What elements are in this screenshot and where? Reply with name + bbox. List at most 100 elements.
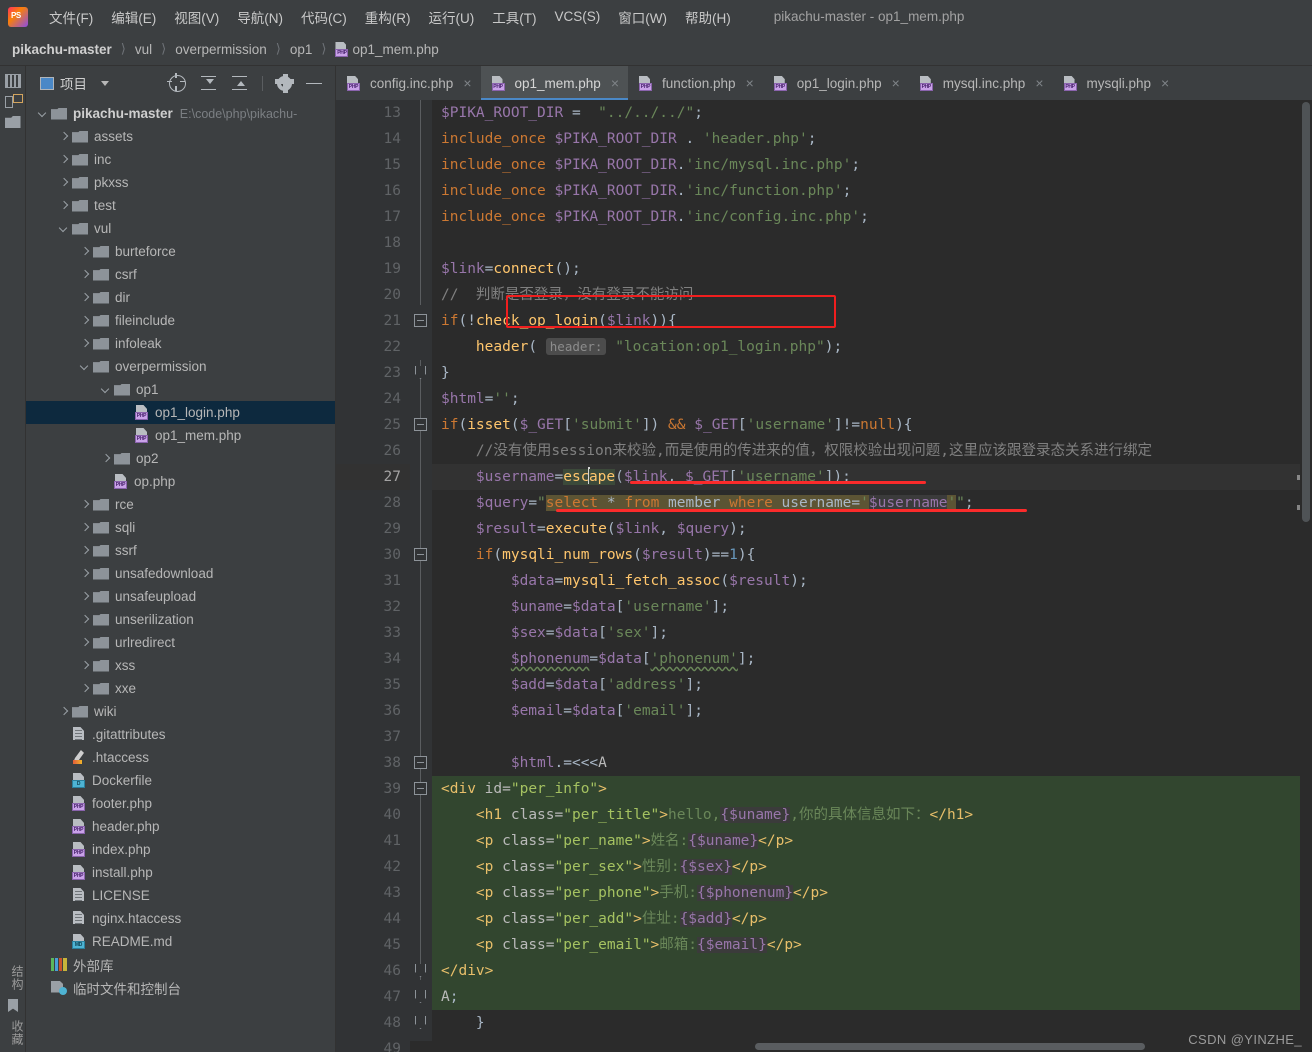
tree-folder-unsafedownload[interactable]: unsafedownload [26,562,335,585]
line-number[interactable]: 30 [336,542,410,568]
tree-folder-inc[interactable]: inc [26,148,335,171]
line-number[interactable]: 44 [336,906,410,932]
line-number[interactable]: 16 [336,178,410,204]
close-icon[interactable]: × [892,75,900,91]
fold-marker-end[interactable] [415,366,426,379]
code-line[interactable]: if(isset($_GET['submit']) && $_GET['user… [441,412,1312,438]
code-line[interactable]: include_once $PIKA_ROOT_DIR.'inc/mysql.i… [441,152,1312,178]
tree-folder-infoleak[interactable]: infoleak [26,332,335,355]
tree-folder-pkxss[interactable]: pkxss [26,171,335,194]
tree-folder-fileinclude[interactable]: fileinclude [26,309,335,332]
editor-tab-op1_login-php[interactable]: PHP op1_login.php × [763,66,909,100]
menu-tools[interactable]: 工具(T) [483,4,545,30]
chevron-right-icon[interactable] [57,199,70,212]
chevron-down-icon[interactable] [99,383,112,396]
chevron-right-icon[interactable] [78,590,91,603]
chevron-right-icon[interactable] [78,268,91,281]
chevron-down-icon[interactable] [57,222,70,235]
tree-folder-vul[interactable]: vul [26,217,335,240]
menu-navigate[interactable]: 导航(N) [228,4,292,30]
breadcrumb-item-file[interactable]: op1_mem.php [352,42,438,57]
line-number-gutter[interactable]: 13 14 15 16 17 18 19 20 21 22 23 24 25 26 27 28 29 30 31 32… [336,100,410,1052]
tree-folder-unserilization[interactable]: unserilization [26,608,335,631]
tree-file-nginx.htaccess[interactable]: nginx.htaccess [26,907,335,930]
menu-help[interactable]: 帮助(H) [676,4,740,30]
tree-folder-csrf[interactable]: csrf [26,263,335,286]
bars-icon[interactable] [4,74,21,88]
line-number[interactable]: 15 [336,152,410,178]
fold-marker-collapse[interactable] [414,756,427,769]
code-line[interactable]: <p class="per_sex">性别:{$sex}</p> [441,854,1312,880]
code-line[interactable]: <p class="per_email">邮箱:{$email}</p> [441,932,1312,958]
chevron-down-icon[interactable] [36,107,49,120]
chevron-right-icon[interactable] [78,636,91,649]
code-line[interactable]: $html.=<<<A [441,750,1312,776]
line-number[interactable]: 43 [336,880,410,906]
scrollbar-thumb[interactable] [1302,102,1310,522]
tree-folder-xxe[interactable]: xxe [26,677,335,700]
settings-gear-icon[interactable] [275,73,294,93]
menu-code[interactable]: 代码(C) [292,4,356,30]
line-number[interactable]: 39 [336,776,410,802]
close-icon[interactable]: × [746,75,754,91]
hide-panel-icon[interactable] [306,75,323,92]
line-number[interactable]: 23 [336,360,410,386]
tree-folder-ssrf[interactable]: ssrf [26,539,335,562]
collapse-all-icon[interactable] [200,75,217,92]
close-icon[interactable]: × [1035,75,1043,91]
tree-folder-burteforce[interactable]: burteforce [26,240,335,263]
strip-label-favorites[interactable]: 收藏 [0,1020,26,1046]
tree-folder-op2[interactable]: op2 [26,447,335,470]
close-icon[interactable]: × [611,75,619,91]
chevron-right-icon[interactable] [78,291,91,304]
folder-icon[interactable] [4,116,21,128]
line-number[interactable]: 21 [336,308,410,334]
chevron-right-icon[interactable] [57,705,70,718]
tree-folder-test[interactable]: test [26,194,335,217]
code-line[interactable]: $username=escape($link, $_GET['username'… [441,464,1312,490]
chevron-right-icon[interactable] [78,521,91,534]
code-line[interactable]: <h1 class="per_title">hello,{$uname},你的具… [441,802,1312,828]
line-number[interactable]: 46 [336,958,410,984]
line-number[interactable]: 24 [336,386,410,412]
code-line[interactable]: } [441,1010,1312,1036]
tree-file-临时文件和控制台[interactable]: 临时文件和控制台 [26,976,335,999]
chevron-down-icon[interactable] [101,80,109,86]
tree-file-index.php[interactable]: PHP index.php [26,838,335,861]
tree-folder-wiki[interactable]: wiki [26,700,335,723]
chevron-right-icon[interactable] [78,567,91,580]
editor-vertical-scrollbar[interactable] [1300,100,1312,1052]
tree-file-op.php[interactable]: PHP op.php [26,470,335,493]
code-line[interactable] [441,230,1312,256]
code-line[interactable]: if(!check_op_login($link)){ [441,308,1312,334]
tree-file-op1_mem.php[interactable]: PHP op1_mem.php [26,424,335,447]
close-icon[interactable]: × [1161,75,1169,91]
code-line[interactable]: if(mysqli_num_rows($result)==1){ [441,542,1312,568]
code-line[interactable]: $email=$data['email']; [441,698,1312,724]
tree-folder-op1[interactable]: op1 [26,378,335,401]
tree-file-op1_login.php[interactable]: PHP op1_login.php [26,401,335,424]
line-number[interactable]: 22 [336,334,410,360]
chevron-right-icon[interactable] [57,130,70,143]
code-line[interactable] [441,724,1312,750]
line-number[interactable]: 20 [336,282,410,308]
chevron-down-icon[interactable] [78,360,91,373]
menu-window[interactable]: 窗口(W) [609,4,676,30]
line-number[interactable]: 13 [336,100,410,126]
menu-file[interactable]: 文件(F) [40,4,102,30]
chevron-right-icon[interactable] [78,245,91,258]
code-viewport[interactable]: $PIKA_ROOT_DIR = "../../../"; include_onc… [432,100,1312,1052]
menu-refactor[interactable]: 重构(R) [356,4,420,30]
tree-file-footer.php[interactable]: PHP footer.php [26,792,335,815]
line-number[interactable]: 49 [336,1036,410,1052]
editor-horizontal-scrollbar[interactable] [410,1041,1300,1052]
line-number[interactable]: 33 [336,620,410,646]
editor-tab-bar[interactable]: PHP config.inc.php × PHP op1_mem.php × PHP func… [336,66,1312,100]
line-number[interactable]: 27 [336,464,410,490]
code-line[interactable]: $html=''; [441,386,1312,412]
tree-folder-unsafeupload[interactable]: unsafeupload [26,585,335,608]
code-line[interactable]: $add=$data['address']; [441,672,1312,698]
fold-marker-collapse[interactable] [414,548,427,561]
editor-tab-function-php[interactable]: PHP function.php × [628,66,763,100]
line-number[interactable]: 38 [336,750,410,776]
